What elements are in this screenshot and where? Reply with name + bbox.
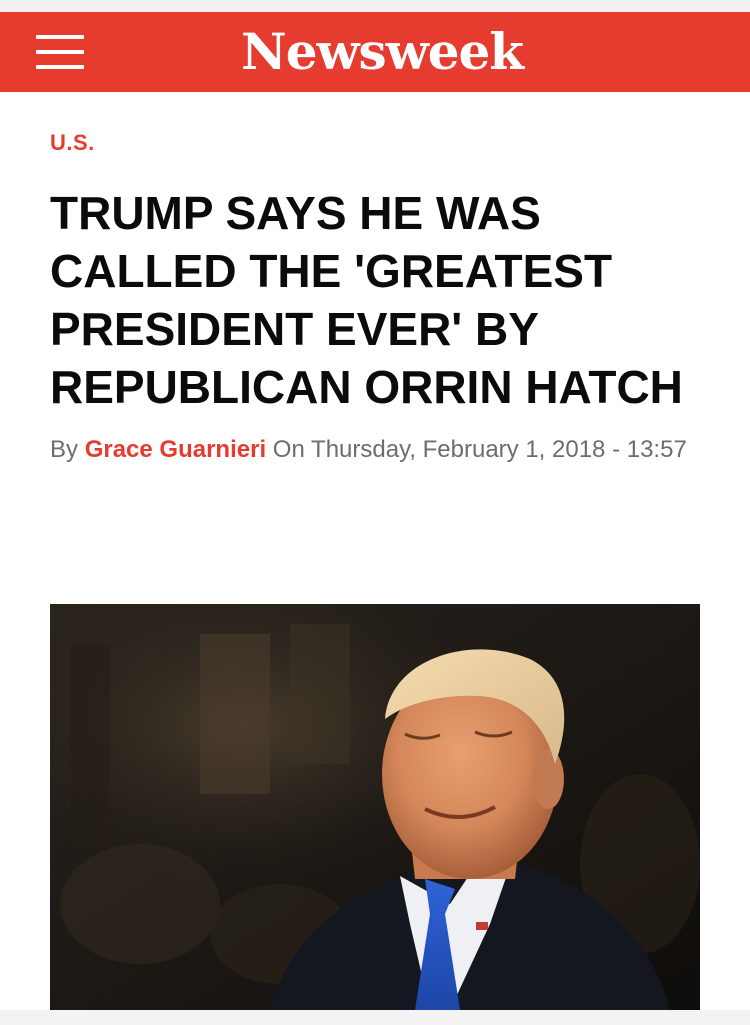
article: U.S. Trump Says He Was Called the 'Great…: [0, 92, 750, 468]
bottom-strip: [0, 1010, 750, 1025]
byline: By Grace Guarnieri On Thursday, February…: [50, 432, 700, 468]
byline-prefix: By: [50, 436, 85, 463]
publish-date: On Thursday, February 1, 2018 - 13:57: [266, 436, 687, 463]
author-link[interactable]: Grace Guarnieri: [85, 436, 266, 463]
hamburger-menu-icon[interactable]: [36, 32, 84, 72]
section-label[interactable]: U.S.: [50, 132, 700, 154]
menu-line: [36, 35, 84, 39]
site-header: Newsweek: [0, 12, 750, 92]
article-headline: Trump Says He Was Called the 'Greatest P…: [50, 187, 683, 413]
article-photo: [50, 604, 700, 1010]
status-bar-gap: [0, 0, 750, 12]
menu-line: [36, 50, 84, 54]
newsweek-logo[interactable]: Newsweek: [241, 27, 524, 77]
menu-line: [36, 65, 84, 69]
